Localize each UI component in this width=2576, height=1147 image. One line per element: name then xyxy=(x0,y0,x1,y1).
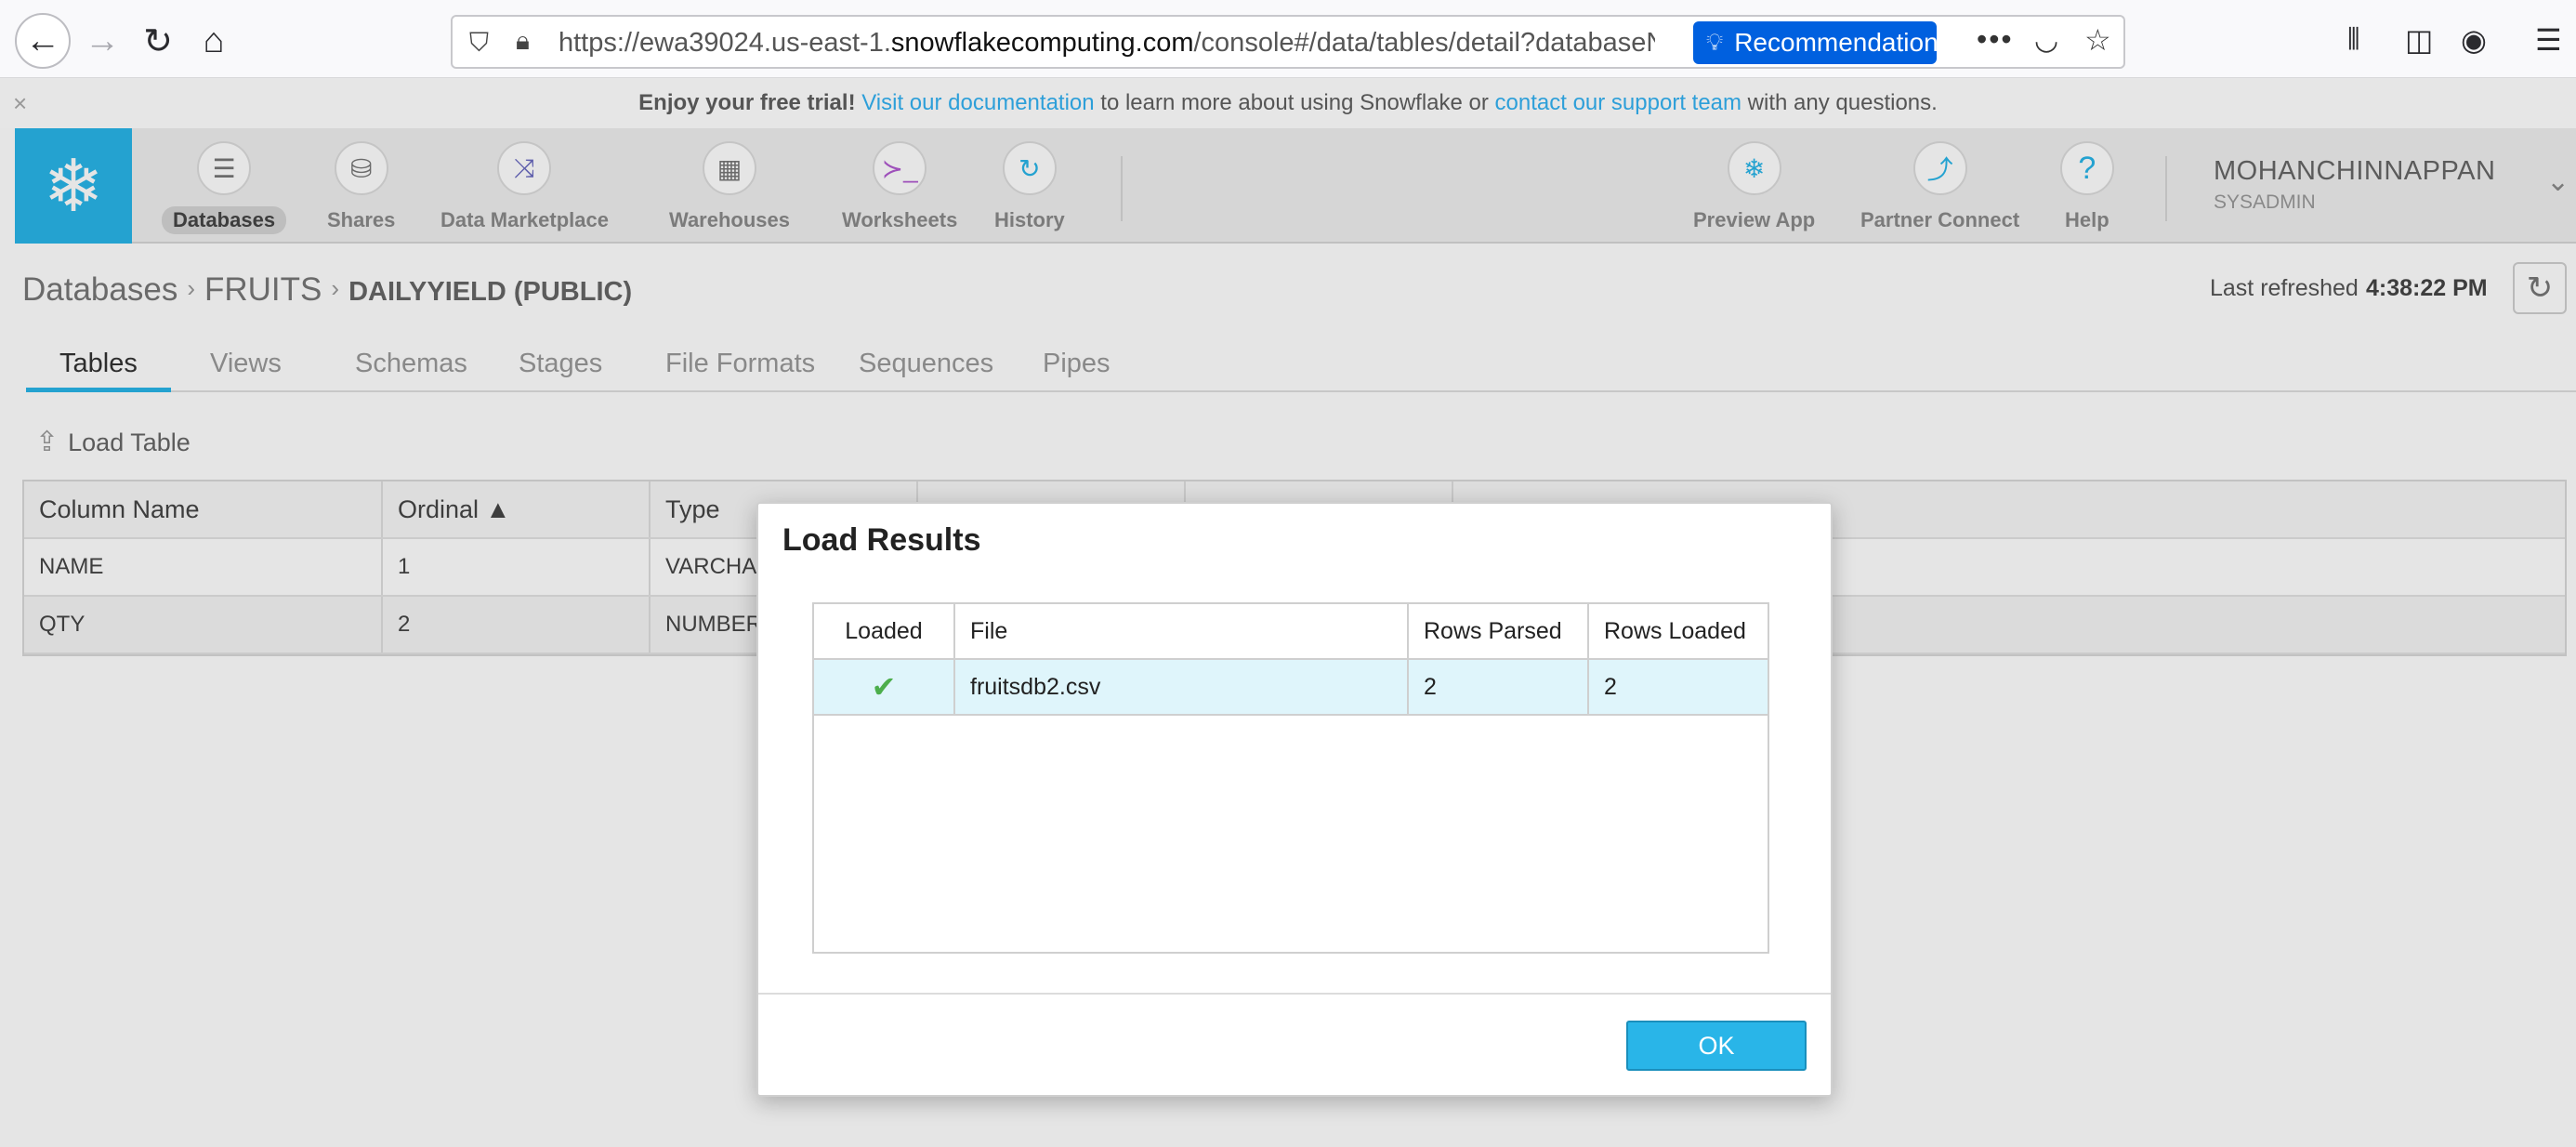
file-cell: fruitsdb2.csv xyxy=(955,660,1409,714)
loaded-cell: ✔ xyxy=(814,660,955,714)
lock-icon[interactable]: 🔒︎ xyxy=(516,26,530,57)
close-icon[interactable]: × xyxy=(13,78,27,128)
results-header-rows-parsed: Rows Parsed xyxy=(1409,604,1589,658)
dialog-footer-divider xyxy=(758,993,1831,995)
banner-tail: with any questions. xyxy=(1741,90,1938,115)
dialog-title: Load Results xyxy=(782,522,981,558)
load-results-table: Loaded File Rows Parsed Rows Loaded ✔ fr… xyxy=(812,602,1769,954)
results-row[interactable]: ✔ fruitsdb2.csv 2 2 xyxy=(814,660,1768,716)
lightbulb-icon: 💡︎ xyxy=(1706,28,1724,56)
forward-icon[interactable]: → xyxy=(78,17,126,65)
recommendation-button[interactable]: 💡︎ Recommendation xyxy=(1693,21,1939,64)
back-icon[interactable]: ← xyxy=(15,13,71,69)
sidebar-icon[interactable]: ◫ xyxy=(2405,22,2433,58)
banner-middle: to learn more about using Snowflake or xyxy=(1094,90,1495,115)
trial-banner: × Enjoy your free trial! Visit our docum… xyxy=(0,78,2576,128)
results-header-loaded: Loaded xyxy=(814,604,955,658)
banner-lead: Enjoy your free trial! xyxy=(638,90,856,115)
results-header: Loaded File Rows Parsed Rows Loaded xyxy=(814,604,1768,660)
more-actions-icon[interactable]: ••• xyxy=(1977,22,2014,57)
url-domain: snowflakecomputing.com xyxy=(890,28,1194,58)
shield-icon[interactable]: ⛉ xyxy=(469,28,489,59)
pocket-icon[interactable]: ◡ xyxy=(2034,24,2058,57)
support-link[interactable]: contact our support team xyxy=(1495,90,1741,115)
library-icon[interactable]: ⫴ xyxy=(2347,22,2359,58)
checkmark-icon: ✔ xyxy=(871,670,897,704)
load-results-dialog: Load Results Loaded File Rows Parsed Row… xyxy=(756,502,1833,1097)
url-path: /console#/data/tables/detail?databaseNam… xyxy=(1193,28,1656,58)
browser-toolbar: ← → ↻ ⌂ ⛉ 🔒︎ https://ewa39024.us-east-1.… xyxy=(0,0,2576,78)
account-icon[interactable]: ◉ xyxy=(2461,22,2487,58)
home-icon[interactable]: ⌂ xyxy=(190,17,238,65)
rows-parsed-cell: 2 xyxy=(1409,660,1589,714)
documentation-link[interactable]: Visit our documentation xyxy=(861,90,1094,115)
results-header-rows-loaded: Rows Loaded xyxy=(1604,618,1746,644)
recommendation-label: Recommendation xyxy=(1734,28,1939,57)
address-bar[interactable]: ⛉ 🔒︎ https://ewa39024.us-east-1.snowflak… xyxy=(451,15,2125,69)
url-prefix: https://ewa39024.us-east-1. xyxy=(559,28,891,58)
reload-icon[interactable]: ↻ xyxy=(134,17,182,65)
results-header-file: File xyxy=(955,604,1409,658)
rows-loaded-cell: 2 xyxy=(1604,674,1617,700)
menu-icon[interactable]: ☰ xyxy=(2535,22,2562,58)
url-text[interactable]: https://ewa39024.us-east-1.snowflakecomp… xyxy=(559,28,1655,59)
bookmark-star-icon[interactable]: ☆ xyxy=(2084,22,2111,58)
ok-button[interactable]: OK xyxy=(1626,1021,1807,1071)
